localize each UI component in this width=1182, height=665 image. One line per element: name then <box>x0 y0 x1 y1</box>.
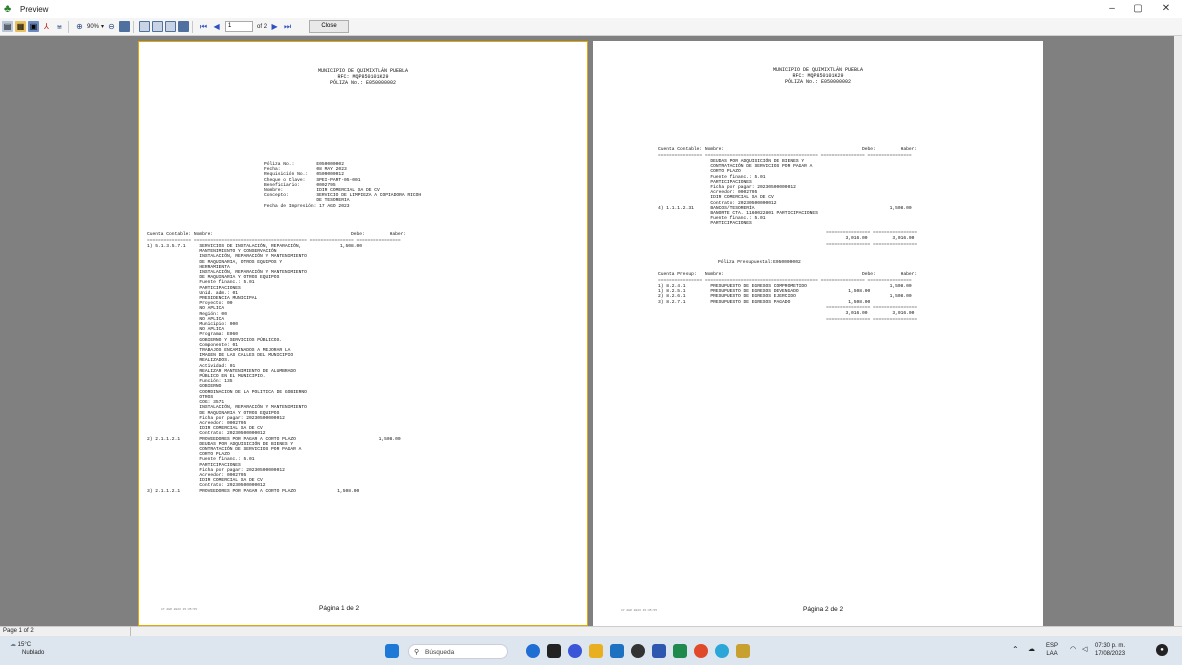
zoom-out-icon[interactable]: ⊖ <box>106 21 117 32</box>
budget-title: Póliza Presupuestal:E050000002 <box>718 260 801 265</box>
page-1: MUNICIPIO DE QUIMIXTLÁN PUEBLA RFC: MQP8… <box>138 41 588 626</box>
chevron-down-icon[interactable]: ▾ <box>101 23 104 30</box>
wifi-icon[interactable]: ◠ <box>1070 646 1076 654</box>
column-header: Cuenta Contable: Nombre: Debe: Haber: <box>658 147 918 152</box>
preview-app-icon[interactable] <box>736 644 750 658</box>
toolbar: ▤ ▦ ▣ ⅄ ෂ ⊕ 90% ▾ ⊖ ⏮ ◀ 1 of 2 ▶ ⏭ Close <box>0 18 1182 36</box>
open-icon[interactable]: ▦ <box>15 21 26 32</box>
status-bar: Page 1 of 2 <box>0 626 1182 637</box>
excel-icon[interactable] <box>673 644 687 658</box>
poliza-info: Póliza No.: E050000002 Fecha: 08 MAY 2023… <box>264 162 421 209</box>
page-status: Page 1 of 2 <box>3 628 34 634</box>
notification-icon[interactable]: ● <box>1156 644 1168 656</box>
edge-icon[interactable] <box>715 644 729 658</box>
print-icon[interactable]: ▤ <box>2 21 13 32</box>
prev-page-icon[interactable]: ◀ <box>211 21 222 32</box>
maximize-button[interactable]: ▢ <box>1126 0 1150 18</box>
volume-icon[interactable]: ◁ <box>1082 646 1087 654</box>
toolbar-separator <box>192 20 194 33</box>
budget-header-rule: ================ =======================… <box>658 278 912 283</box>
taskbar: ☁ 15°C Nublado ⚲ Búsqueda ⌃ ☁ ESP LAA ◠ … <box>0 636 1182 665</box>
last-page-icon[interactable]: ⏭ <box>282 21 293 32</box>
onedrive-icon[interactable]: ☁ <box>1028 646 1035 654</box>
budget-totals-rule: ================ ================ <box>658 305 918 310</box>
next-page-icon[interactable]: ▶ <box>269 21 280 32</box>
budget-totals-rule: ================ ================ <box>658 317 918 322</box>
search-box[interactable]: ⚲ Búsqueda <box>408 644 508 659</box>
zoom-select[interactable]: 90% <box>87 24 99 30</box>
print-stamp: 17 AGO 2023 15:35:55 <box>161 608 198 611</box>
header-line: PÓLIZA No.: E050000002 <box>329 80 396 86</box>
zoom-in-icon[interactable]: ⊕ <box>74 21 85 32</box>
toolbar-separator <box>133 20 135 33</box>
save-icon[interactable]: ▣ <box>28 21 39 32</box>
temperature: 15°C <box>17 642 32 648</box>
preview-area: MUNICIPIO DE QUIMIXTLÁN PUEBLA RFC: MQP8… <box>0 36 1182 626</box>
file-explorer-icon[interactable] <box>589 644 603 658</box>
language-code: ESP <box>1046 643 1059 649</box>
weather-widget[interactable]: ☁ 15°C Nublado <box>10 641 44 657</box>
column-header: Cuenta Contable: Nombre: Debe: Haber: <box>147 232 407 237</box>
print-stamp: 17 AGO 2023 15:35:55 <box>621 609 658 612</box>
budget-table: 1) 8.2.4.1 PRESUPUESTO DE EGRESOS COMPRO… <box>658 284 912 305</box>
search-icon: ⚲ <box>414 649 420 656</box>
page-header: MUNICIPIO DE QUIMIXTLÁN PUEBLA RFC: MQP8… <box>139 68 587 86</box>
totals-rule: ================ ================ <box>658 242 918 247</box>
weather-condition: Nublado <box>22 650 45 656</box>
two-pages-icon[interactable] <box>152 21 164 32</box>
multi-page-icon[interactable] <box>165 21 177 32</box>
page-width-icon[interactable] <box>119 21 131 32</box>
date: 17/08/2023 <box>1095 651 1126 657</box>
header-line: PÓLIZA No.: E050000002 <box>784 79 851 85</box>
budget-column-header: Cuenta Presup: Nombre: Debe: Haber: <box>658 272 918 277</box>
app-icon-1[interactable] <box>526 644 540 658</box>
close-button[interactable]: Close <box>309 20 350 33</box>
page-number-input[interactable]: 1 <box>225 21 254 32</box>
page-2: MUNICIPIO DE QUIMIXTLÁN PUEBLA RFC: MQP8… <box>593 41 1043 626</box>
minimize-button[interactable]: – <box>1100 0 1124 18</box>
title-bar: ♣ Preview <box>0 0 1182 18</box>
table-row: 3) 2.1.1.2.1 PROVEEDORES POR PAGAR A COR… <box>147 488 360 494</box>
pdf-icon[interactable]: ⅄ <box>41 21 52 32</box>
totals-row: 3,016.00 3,016.00 <box>658 236 915 241</box>
window-title: Preview <box>20 4 49 14</box>
table-row: 2) 2.1.1.2.1 PROVEEDORES POR PAGAR A COR… <box>147 436 401 442</box>
vertical-scrollbar[interactable] <box>1174 36 1182 626</box>
budget-totals-row: 3,016.00 3,016.00 <box>658 311 915 316</box>
toolbar-separator <box>68 20 69 33</box>
find-icon[interactable]: ෂ <box>54 21 65 32</box>
first-page-icon[interactable]: ⏮ <box>198 21 209 32</box>
dell-icon[interactable] <box>631 644 645 658</box>
page-footer: Página 2 de 2 <box>803 606 844 613</box>
table-row: PARTICIPACIONES <box>658 221 752 227</box>
time: 07:30 p. m. <box>1095 643 1126 649</box>
settings-icon[interactable] <box>178 21 190 32</box>
page-footer: Página 1 de 2 <box>319 605 360 612</box>
chat-icon[interactable] <box>568 644 582 658</box>
entries-table: 1) 5.1.3.5.7.1 SERVICIOS DE INSTALACIÓN,… <box>147 244 401 494</box>
close-window-button[interactable]: ✕ <box>1154 0 1178 18</box>
start-icon[interactable] <box>385 644 399 658</box>
task-view-icon[interactable] <box>547 644 561 658</box>
app-icon: ♣ <box>4 3 12 15</box>
entries-table: DEUDAS POR ADQUISICIÓN DE BIENES Y CONTR… <box>658 159 912 227</box>
one-page-icon[interactable] <box>139 21 151 32</box>
word-icon[interactable] <box>652 644 666 658</box>
language-indicator[interactable]: ESP LAA <box>1046 642 1058 658</box>
page-header: MUNICIPIO DE QUIMIXTLÁN PUEBLA RFC: MQP8… <box>593 67 1043 85</box>
keyboard-layout: LAA <box>1046 651 1058 657</box>
page-count-label: of 2 <box>257 23 268 30</box>
chevron-up-icon[interactable]: ⌃ <box>1012 646 1019 654</box>
search-placeholder: Búsqueda <box>425 649 455 656</box>
clock[interactable]: 07:30 p. m. 17/08/2023 <box>1095 642 1125 658</box>
header-rule: ================ =======================… <box>147 238 401 243</box>
cloud-icon: ☁ <box>10 642 16 648</box>
budget-row: 2) 8.2.6.1 PRESUPUESTO DE EGRESOS EJERCI… <box>658 294 912 300</box>
chrome-icon[interactable] <box>694 644 708 658</box>
header-rule: ================ =======================… <box>658 153 912 158</box>
info-line: Fecha de Impresión: 17 AGO 2023 <box>264 203 350 209</box>
totals-rule: ================ ================ <box>658 230 918 235</box>
store-icon[interactable] <box>610 644 624 658</box>
